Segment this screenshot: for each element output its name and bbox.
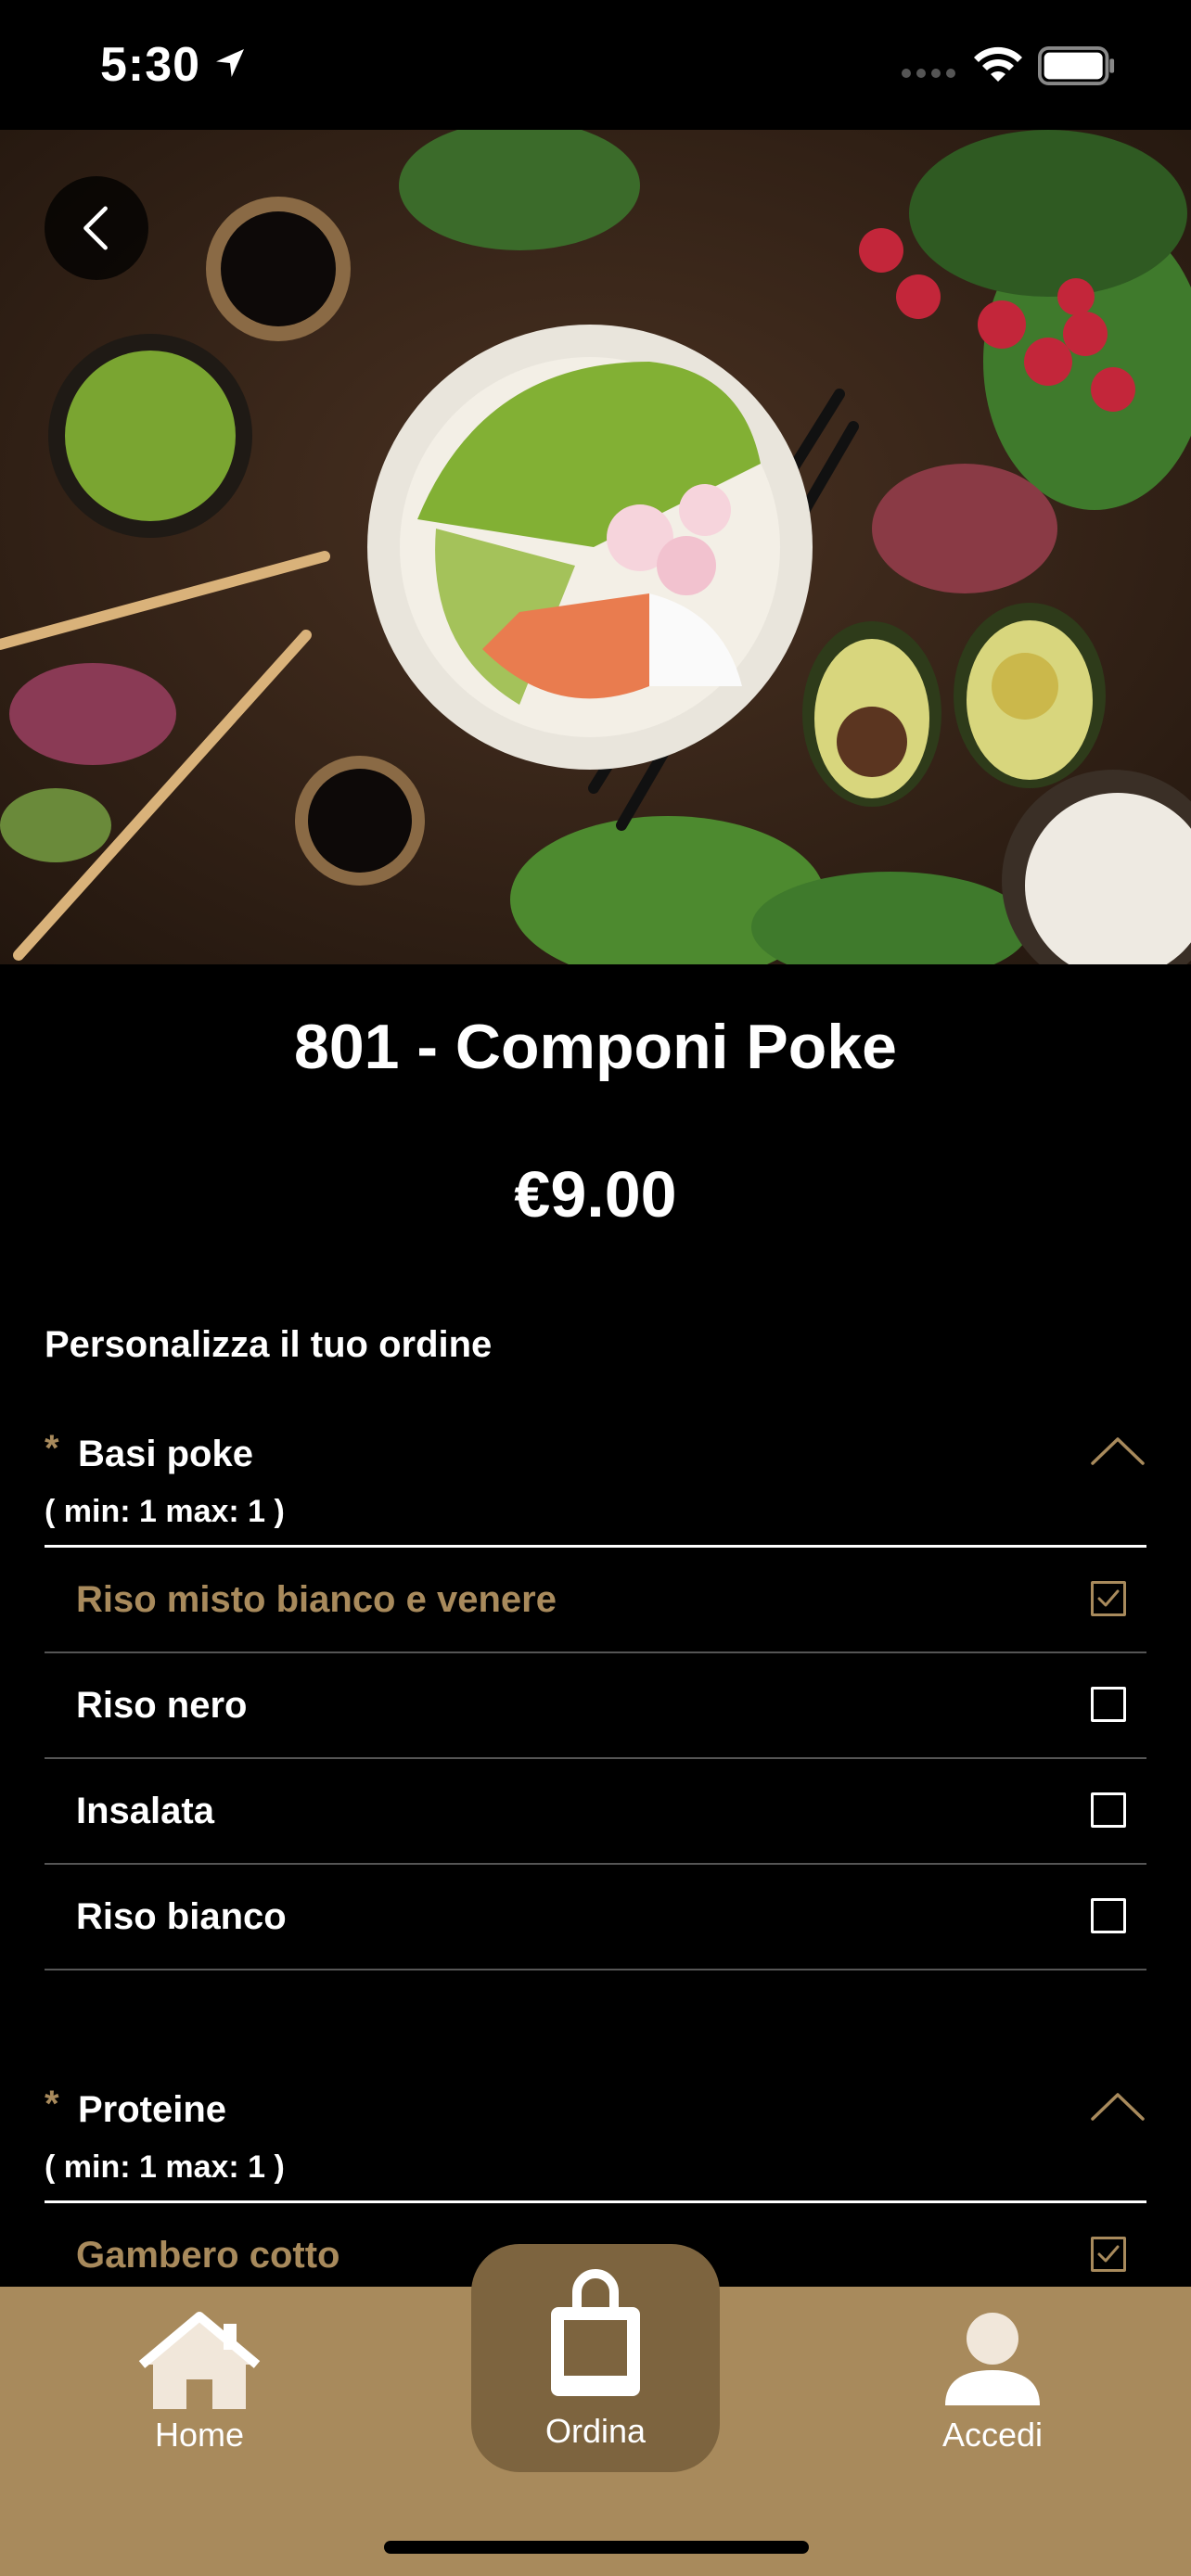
tab-home[interactable]: Home (111, 2309, 288, 2455)
required-marker: * (45, 1428, 59, 1469)
checkmark-icon (1097, 1589, 1120, 1607)
group-constraints: ( min: 1 max: 1 ) (45, 1487, 1146, 1548)
tab-login-label: Accedi (941, 2416, 1044, 2454)
option-row[interactable]: Riso misto bianco e venere (45, 1548, 1146, 1653)
option-label: Riso misto bianco e venere (76, 1579, 557, 1620)
user-icon (945, 2313, 1040, 2405)
battery-icon (1038, 46, 1115, 85)
option-label: Riso bianco (76, 1896, 287, 1937)
home-icon (138, 2312, 261, 2409)
tab-login[interactable]: Accedi (909, 2309, 1076, 2455)
option-label: Gambero cotto (76, 2235, 340, 2276)
product-price: €9.00 (514, 1158, 677, 1231)
option-label: Riso nero (76, 1685, 248, 1726)
back-button[interactable] (45, 176, 148, 280)
option-row[interactable]: Riso bianco (45, 1865, 1146, 1970)
product-title: 801 - Componi Poke (294, 1012, 897, 1082)
chevron-up-icon[interactable] (1089, 2087, 1146, 2124)
status-time: 5:30 (100, 38, 201, 92)
tab-home-label: Home (154, 2416, 245, 2454)
chevron-up-icon[interactable] (1089, 1432, 1146, 1469)
checkmark-icon (1097, 2245, 1120, 2263)
checkbox-checked[interactable] (1091, 2237, 1126, 2272)
required-marker: * (45, 2084, 59, 2124)
option-label: Insalata (76, 1791, 214, 1831)
option-group-basi-poke: * Basi poke ( min: 1 max: 1 ) Riso misto… (45, 1422, 1146, 1970)
option-row[interactable]: Riso nero (45, 1653, 1146, 1759)
group-header[interactable]: * Proteine (45, 2078, 1146, 2143)
location-arrow-icon (216, 49, 244, 77)
option-row[interactable]: Insalata (45, 1759, 1146, 1865)
home-indicator (384, 2541, 809, 2554)
shopping-bag-icon (551, 2269, 640, 2396)
wifi-icon (974, 46, 1022, 82)
poke-bowl-image (0, 130, 1191, 964)
cellular-signal-icon (902, 69, 955, 78)
tab-order-label: Ordina (544, 2412, 647, 2450)
checkbox[interactable] (1091, 1687, 1126, 1722)
group-title: Proteine (78, 2089, 227, 2130)
group-title: Basi poke (78, 1434, 253, 1474)
group-header[interactable]: * Basi poke (45, 1422, 1146, 1487)
tab-order[interactable]: Ordina (471, 2244, 720, 2472)
checkbox-checked[interactable] (1091, 1581, 1126, 1616)
checkbox[interactable] (1091, 1792, 1126, 1828)
product-hero-image (0, 130, 1191, 964)
status-bar: 5:30 (0, 0, 1191, 130)
customize-heading: Personalizza il tuo ordine (45, 1324, 493, 1365)
back-chevron-icon (83, 206, 108, 250)
checkbox[interactable] (1091, 1898, 1126, 1933)
group-constraints: ( min: 1 max: 1 ) (45, 2143, 1146, 2203)
